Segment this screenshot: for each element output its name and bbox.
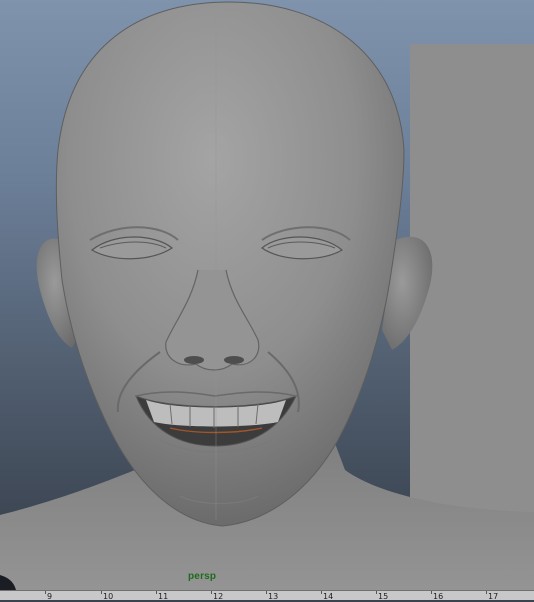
persp-viewport[interactable]: persp	[0, 0, 534, 590]
time-slider[interactable]: 9 10 11 12 13 14 15 16 17	[0, 590, 534, 601]
camera-label: persp	[188, 571, 217, 582]
head-mesh-icon[interactable]	[0, 0, 534, 590]
